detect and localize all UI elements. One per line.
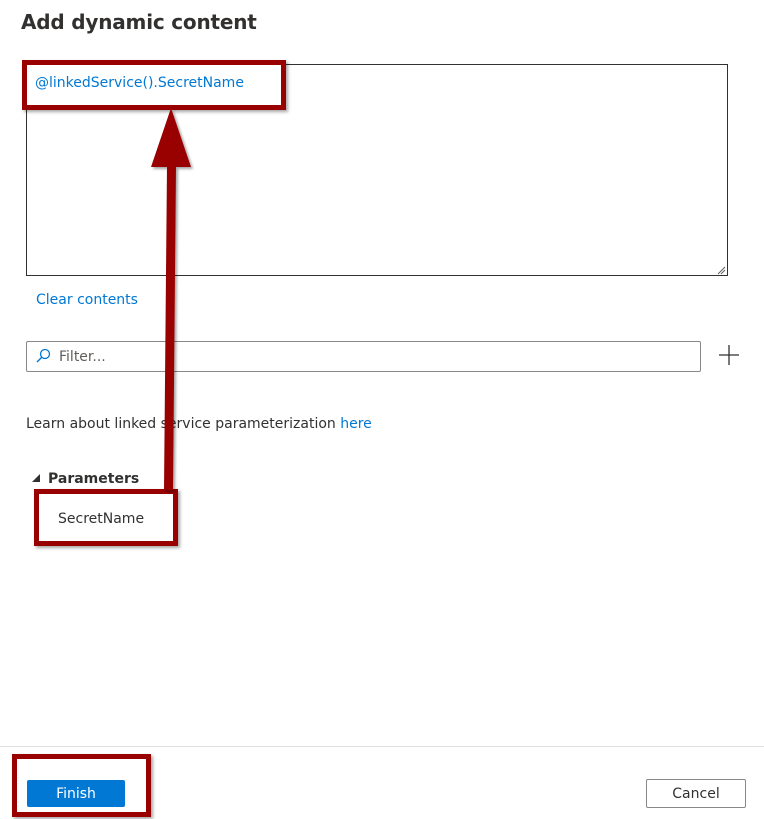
resize-grip-icon[interactable] [716, 265, 726, 275]
finish-button[interactable]: Finish [27, 780, 125, 807]
cancel-button[interactable]: Cancel [646, 779, 746, 808]
search-icon [36, 348, 51, 363]
filter-input[interactable] [59, 346, 679, 368]
clear-contents-link[interactable]: Clear contents [36, 292, 138, 308]
plus-icon[interactable] [718, 344, 740, 366]
footer-divider [0, 746, 764, 747]
parameters-header[interactable]: Parameters [32, 471, 139, 487]
filter-field[interactable] [26, 341, 701, 372]
parameter-item-secretname[interactable]: SecretName [58, 511, 144, 527]
learn-here-link[interactable]: here [340, 416, 372, 432]
caret-down-icon[interactable] [32, 474, 40, 482]
expression-value[interactable]: @linkedService().SecretName [35, 75, 244, 91]
learn-text: Learn about linked service parameterizat… [26, 416, 372, 432]
learn-description: Learn about linked service parameterizat… [26, 416, 341, 432]
parameters-header-label: Parameters [48, 471, 140, 487]
dialog-title: Add dynamic content [21, 10, 257, 34]
expression-editor[interactable] [26, 64, 728, 276]
